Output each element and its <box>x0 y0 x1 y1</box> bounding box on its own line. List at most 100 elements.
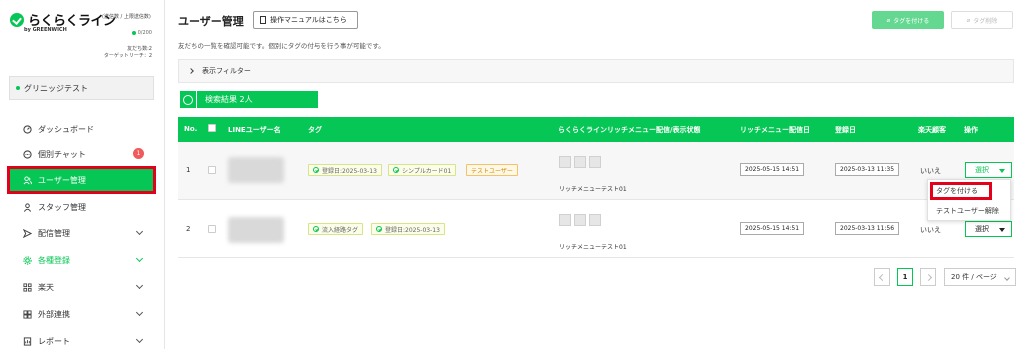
col-rich-menu-status: らくらくラインリッチメニュー配信/表示状態 <box>558 126 701 134</box>
report-icon <box>23 336 32 346</box>
gear-icon <box>23 255 32 265</box>
manual-button-label: 操作マニュアルはこちら <box>270 16 347 24</box>
menu-item-remove-test-user[interactable]: テストユーザー解除 <box>928 202 1010 220</box>
rakuten-status: いいえ <box>920 167 941 175</box>
check-circle-icon <box>313 226 319 232</box>
rich-menu-name: リッチメニューテスト01 <box>559 186 627 193</box>
action-select-button[interactable]: 選択 <box>965 221 1012 237</box>
send-limit-note: (送信数 / 上限送信数) <box>102 14 151 20</box>
nav-rakuten[interactable]: 楽天 <box>9 275 154 299</box>
tag-chip: 登録日:2025-03-13 <box>308 164 382 176</box>
menu-item-add-tag[interactable]: タグを付ける <box>928 182 1010 200</box>
prev-page-button[interactable] <box>874 268 890 286</box>
filter-label: 表示フィルター <box>202 67 251 75</box>
registered-date: 2025-03-13 11:56 <box>835 222 900 235</box>
select-all-checkbox[interactable] <box>208 124 216 132</box>
add-tag-button[interactable]: ⌀ タグを付ける <box>872 11 944 29</box>
row-checkbox[interactable] <box>208 166 216 174</box>
nav-rakuten-label: 楽天 <box>38 282 54 292</box>
chevron-down-icon <box>135 281 144 290</box>
rich-menu-thumb <box>559 156 571 168</box>
check-circle-icon <box>393 167 399 173</box>
nav-staff[interactable]: スタッフ管理 <box>9 195 154 219</box>
send-icon <box>23 228 32 238</box>
tag-icon: ⌀ <box>886 16 891 24</box>
rich-menu-thumb <box>589 214 601 226</box>
next-page-button[interactable] <box>920 268 936 286</box>
nav-dashboard-label: ダッシュボード <box>38 124 94 134</box>
link-icon <box>23 309 32 319</box>
chevron-down-icon <box>135 335 144 344</box>
rakuten-icon <box>23 282 32 292</box>
col-no: No. <box>184 125 198 133</box>
nav-registration-label: 各種登録 <box>38 255 70 265</box>
account-dot-icon <box>16 86 20 90</box>
nav-chat-label: 個別チャット <box>38 149 86 159</box>
add-tag-button-label: タグを付ける <box>893 17 930 25</box>
nav-delivery[interactable]: 配信管理 <box>9 221 154 245</box>
chevron-down-icon <box>135 227 144 236</box>
rich-menu-thumb <box>559 214 571 226</box>
rich-menu-date: 2025-05-15 14:51 <box>740 222 805 235</box>
tag-chip-label: 登録日:2025-03-13 <box>322 167 377 175</box>
chevron-right-icon <box>924 273 932 281</box>
col-action: 操作 <box>964 126 978 134</box>
page-size-select[interactable]: 20 件 / ページ <box>944 268 1016 286</box>
document-icon <box>260 16 266 24</box>
main-content: ユーザー管理 操作マニュアルはこちら ⌀ タグを付ける ⌀ タグ削除 友だちの一覧を… <box>166 0 1024 349</box>
nav-report[interactable]: レポート <box>9 329 154 353</box>
check-circle-icon <box>313 167 319 173</box>
rich-menu-thumb <box>574 156 586 168</box>
page-size-label: 20 件 / ページ <box>951 273 997 281</box>
account-name: グリニッジテスト <box>24 83 88 93</box>
table-row: 2 流入経路タグ 登録日:2025-03-13 リッチメニューテスト01 202… <box>178 200 1014 258</box>
nav-user-management[interactable]: ユーザー管理 <box>7 166 156 194</box>
search-result-label: 検索結果 2人 <box>205 95 253 104</box>
nav-delivery-label: 配信管理 <box>38 228 70 238</box>
action-select-label: 選択 <box>975 225 989 233</box>
display-filter-toggle[interactable]: 表示フィルター <box>178 59 1014 83</box>
nav-dashboard[interactable]: ダッシュボード <box>9 117 154 141</box>
action-dropdown-menu: タグを付ける テストユーザー解除 <box>927 179 1011 221</box>
tag-chip-label: 流入経路タグ <box>322 226 359 234</box>
chevron-right-icon <box>188 68 194 74</box>
nav-registration[interactable]: 各種登録 <box>9 248 154 272</box>
rich-menu-thumb <box>589 156 601 168</box>
action-select-button[interactable]: 選択 <box>965 162 1012 178</box>
friends-count: 友だち数:2 <box>127 46 152 52</box>
tag-chip: 登録日:2025-03-13 <box>371 223 445 235</box>
action-select-label: 選択 <box>975 166 989 174</box>
brand-sub: by GREENWICH <box>24 27 67 33</box>
nav-chat[interactable]: 個別チャット 1 <box>9 142 154 166</box>
col-rakuten: 楽天顧客 <box>918 126 946 134</box>
sidebar: らくらくライン by GREENWICH (送信数 / 上限送信数) 0/200… <box>0 0 165 349</box>
send-count-value: 0/200 <box>137 30 152 36</box>
dashboard-icon <box>23 124 32 134</box>
rakuten-status: いいえ <box>920 226 941 234</box>
tag-chip-label: シンプルカード01 <box>402 167 452 175</box>
nav-user-management-label: ユーザー管理 <box>38 175 86 185</box>
target-reach: ターゲットリーチ：2 <box>103 53 152 59</box>
staff-icon <box>23 202 32 212</box>
account-selector[interactable]: グリニッジテスト <box>9 76 154 100</box>
tag-chip: テストユーザー <box>466 164 518 176</box>
tag-icon: ⌀ <box>966 16 971 24</box>
page-number[interactable]: 1 <box>897 268 913 286</box>
tag-chip: 流入経路タグ <box>308 223 364 235</box>
manual-button[interactable]: 操作マニュアルはこちら <box>253 11 358 29</box>
row-number: 2 <box>186 225 191 233</box>
rich-menu-date: 2025-05-15 14:51 <box>740 163 805 176</box>
col-tag: タグ <box>308 126 322 134</box>
registered-date: 2025-03-13 11:35 <box>835 163 900 176</box>
nav-staff-label: スタッフ管理 <box>38 202 86 212</box>
col-line-user: LINEユーザー名 <box>228 126 281 134</box>
unread-badge: 1 <box>133 148 144 159</box>
nav-external[interactable]: 外部連携 <box>9 302 154 326</box>
row-checkbox[interactable] <box>208 225 216 233</box>
table-header: No. LINEユーザー名 タグ らくらくラインリッチメニュー配信/表示状態 リ… <box>178 117 1014 142</box>
delete-tag-button[interactable]: ⌀ タグ削除 <box>951 11 1013 29</box>
rich-menu-thumb <box>574 214 586 226</box>
tag-chip-label: 登録日:2025-03-13 <box>385 226 440 234</box>
avatar <box>228 217 284 243</box>
chevron-down-icon <box>135 254 144 263</box>
